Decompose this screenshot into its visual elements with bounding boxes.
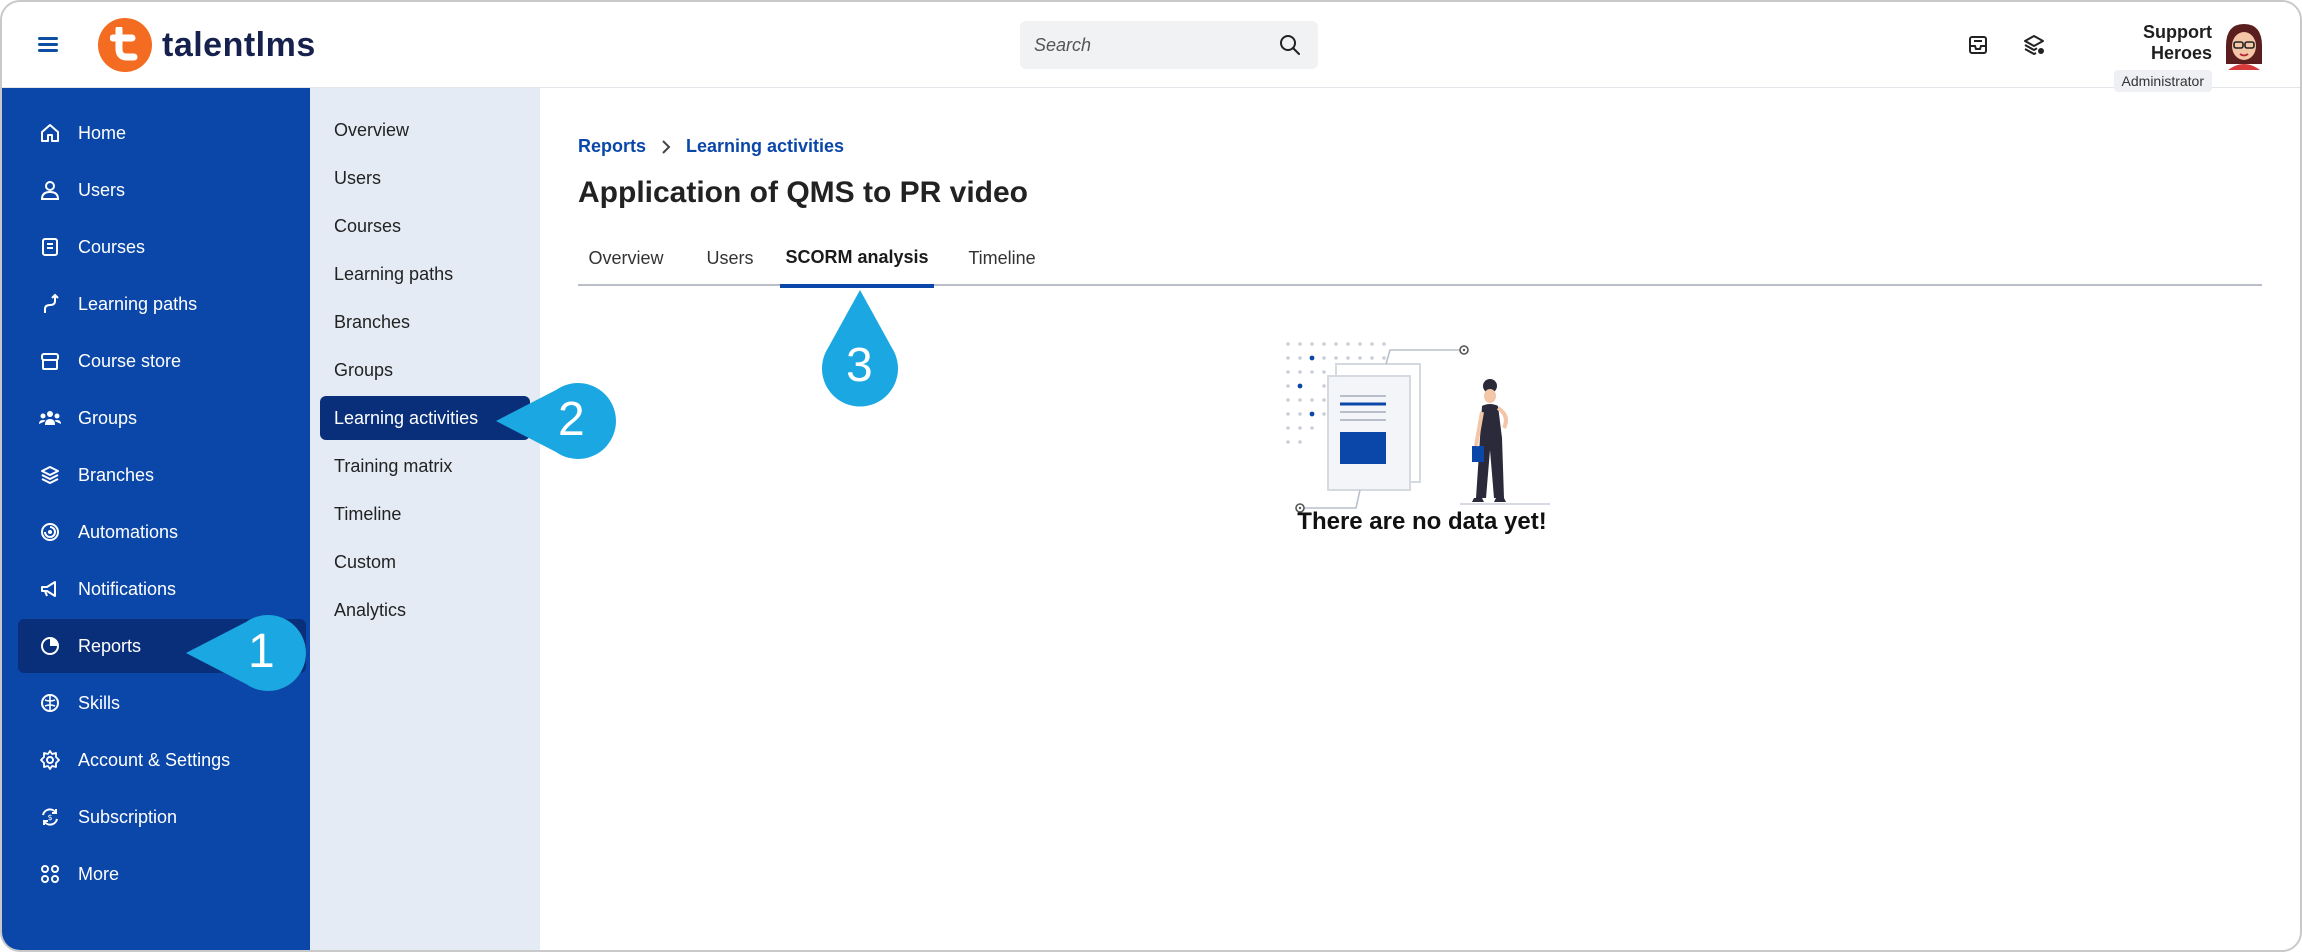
search-icon[interactable] <box>1276 31 1304 59</box>
logo-text: talentlms <box>162 25 316 64</box>
sidebar-item-label: Courses <box>78 236 146 257</box>
breadcrumb-reports-link[interactable]: Reports <box>578 136 646 157</box>
book-icon <box>38 235 62 259</box>
svg-text:$: $ <box>47 813 52 822</box>
sidebar-item-label: Automations <box>78 521 179 542</box>
brain-icon <box>38 691 62 715</box>
sidebar-item-subscription[interactable]: $ Subscription <box>18 790 306 844</box>
sidebar-item-label: More <box>78 863 120 884</box>
callout-number: 3 <box>846 339 873 392</box>
automation-icon <box>38 520 62 544</box>
tab-overview[interactable]: Overview <box>578 230 674 286</box>
user-menu[interactable]: Support Heroes Administrator <box>2082 22 2212 92</box>
sidebar-item-label: Notifications <box>78 578 177 599</box>
sidebar-item-label: Reports <box>78 635 142 656</box>
sidebar-item-label: Groups <box>78 407 138 428</box>
sidebar-item-label: Skills <box>78 692 121 713</box>
callout-3: 3 <box>818 288 902 408</box>
tab-scorm-analysis[interactable]: SCORM analysis <box>780 230 934 288</box>
callout-2: 2 <box>492 380 616 462</box>
sidebar-item-learning-paths[interactable]: Learning paths <box>18 277 306 331</box>
messages-icon[interactable] <box>1964 31 1992 59</box>
group-icon <box>38 406 62 430</box>
sidebar-item-account-settings[interactable]: Account & Settings <box>18 733 306 787</box>
sidebar-item-label: Course store <box>78 350 182 371</box>
layers-icon <box>38 463 62 487</box>
sidebar-item-notifications[interactable]: Notifications <box>18 562 306 616</box>
hamburger-menu-icon[interactable] <box>38 33 64 55</box>
sidebar-item-label: Subscription <box>78 806 178 827</box>
callout-1: 1 <box>182 612 306 694</box>
submenu-item-users[interactable]: Users <box>320 156 530 200</box>
page-title: Application of QMS to PR video <box>578 176 1028 209</box>
sidebar-item-more[interactable]: More <box>18 847 306 901</box>
sidebar-item-courses[interactable]: Courses <box>18 220 306 274</box>
top-bar: talentlms Search Support Heroes Administ… <box>2 2 2300 92</box>
chevron-right-icon <box>660 139 672 155</box>
logo[interactable]: talentlms <box>98 18 316 72</box>
search-box <box>1020 21 1318 69</box>
pie-chart-icon <box>38 634 62 658</box>
sidebar-item-label: Users <box>78 179 126 200</box>
breadcrumb-learning-activities-link[interactable]: Learning activities <box>686 136 844 157</box>
user-name: Support Heroes <box>2143 22 2212 63</box>
submenu-item-analytics[interactable]: Analytics <box>320 588 530 632</box>
submenu-item-courses[interactable]: Courses <box>320 204 530 248</box>
submenu-item-overview[interactable]: Overview <box>320 108 530 152</box>
reports-submenu: Overview Users Courses Learning paths Br… <box>310 88 540 950</box>
callout-number: 1 <box>248 625 275 678</box>
path-icon <box>38 292 62 316</box>
gear-icon <box>38 748 62 772</box>
store-icon <box>38 349 62 373</box>
layers-switch-icon[interactable] <box>2020 31 2048 59</box>
megaphone-icon <box>38 577 62 601</box>
sidebar-item-label: Learning paths <box>78 293 198 314</box>
sidebar-item-automations[interactable]: Automations <box>18 505 306 559</box>
sidebar-item-course-store[interactable]: Course store <box>18 334 306 388</box>
breadcrumb: Reports Learning activities <box>578 136 844 157</box>
submenu-item-branches[interactable]: Branches <box>320 300 530 344</box>
submenu-item-custom[interactable]: Custom <box>320 540 530 584</box>
search-input[interactable] <box>1034 34 1276 56</box>
home-icon <box>38 121 62 145</box>
submenu-item-timeline[interactable]: Timeline <box>320 492 530 536</box>
grid-icon <box>38 862 62 886</box>
app-window: talentlms Search Support Heroes Administ… <box>0 0 2302 952</box>
subscription-icon: $ <box>38 805 62 829</box>
submenu-item-learning-paths[interactable]: Learning paths <box>320 252 530 296</box>
avatar[interactable] <box>2222 20 2266 70</box>
tab-users[interactable]: Users <box>694 230 766 286</box>
sidebar-item-home[interactable]: Home <box>18 106 306 160</box>
empty-state-message: There are no data yet! <box>1297 508 1547 535</box>
sidebar-item-groups[interactable]: Groups <box>18 391 306 445</box>
sidebar-item-users[interactable]: Users <box>18 163 306 217</box>
sidebar-item-label: Branches <box>78 464 155 485</box>
sidebar-item-label: Home <box>78 122 127 143</box>
tab-timeline[interactable]: Timeline <box>954 230 1050 286</box>
sidebar-item-label: Account & Settings <box>78 749 231 770</box>
callout-number: 2 <box>558 393 585 446</box>
tab-bar: Overview Users SCORM analysis Timeline <box>578 230 2262 288</box>
user-icon <box>38 178 62 202</box>
sidebar-item-branches[interactable]: Branches <box>18 448 306 502</box>
logo-mark-icon <box>98 18 152 72</box>
sidebar: Home Users Courses Learning paths Course… <box>2 88 310 950</box>
